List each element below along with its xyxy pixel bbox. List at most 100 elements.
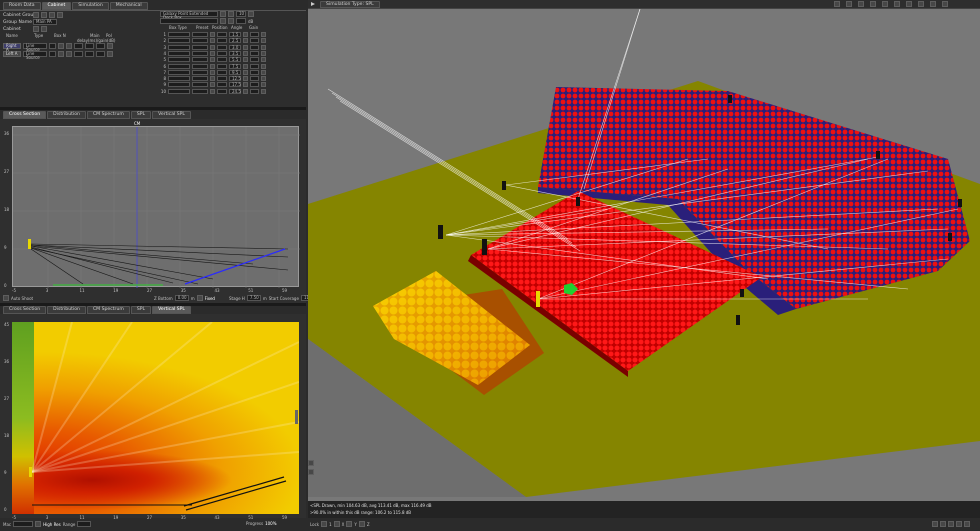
- mute-toggle[interactable]: [261, 50, 266, 56]
- angle-stepper[interactable]: [243, 69, 248, 75]
- preset-select[interactable]: [192, 57, 208, 63]
- angle-field[interactable]: 17.5: [229, 82, 241, 88]
- mute-toggle[interactable]: [261, 88, 266, 94]
- angle-field[interactable]: 3.5: [229, 50, 241, 56]
- position-field[interactable]: [217, 82, 227, 88]
- remove-group-button[interactable]: [41, 12, 47, 18]
- cabinet-option-button[interactable]: [66, 51, 72, 57]
- array-gain-field[interactable]: [236, 18, 246, 24]
- angle-field[interactable]: 9.5: [229, 69, 241, 75]
- delay-field[interactable]: [74, 43, 83, 49]
- box-type-select[interactable]: [168, 69, 190, 75]
- toolbar-tool-button[interactable]: [930, 1, 936, 7]
- mute-toggle[interactable]: [261, 63, 266, 69]
- angle-stepper[interactable]: [243, 82, 248, 88]
- view-button[interactable]: [932, 521, 938, 527]
- box-type-select[interactable]: [168, 76, 190, 82]
- preset-select[interactable]: [192, 82, 208, 88]
- tab-cross-section[interactable]: Cross Section: [3, 111, 47, 119]
- main-field[interactable]: [96, 43, 105, 49]
- angle-field[interactable]: 24.5: [229, 88, 241, 94]
- tab-mechanical[interactable]: Mechanical: [109, 2, 148, 10]
- cabinet-name-field[interactable]: Left A: [3, 51, 21, 57]
- angle-field[interactable]: 12.5: [229, 76, 241, 82]
- position-field[interactable]: [217, 69, 227, 75]
- polarity-toggle[interactable]: [107, 51, 113, 57]
- position-color-swatch[interactable]: [210, 57, 215, 63]
- mute-toggle[interactable]: [261, 57, 266, 63]
- tab-cabinet[interactable]: Cabinet: [41, 2, 72, 10]
- box-type-select[interactable]: [168, 57, 190, 63]
- toolbar-tool-button[interactable]: [846, 1, 852, 7]
- toolbar-tool-button[interactable]: [870, 1, 876, 7]
- group-name-field[interactable]: Main PA: [33, 19, 57, 25]
- array-option-button[interactable]: [228, 11, 234, 17]
- fixed-checkbox[interactable]: [196, 295, 203, 301]
- preset-select[interactable]: [192, 63, 208, 69]
- cabinet-name-field[interactable]: Right A: [3, 43, 21, 52]
- 3d-viewport[interactable]: [308, 9, 980, 501]
- simulation-type-select[interactable]: Simulation Type: SPL: [320, 1, 380, 8]
- array-preset-select[interactable]: [160, 18, 218, 24]
- high-res-checkbox[interactable]: [35, 521, 42, 527]
- box-type-select[interactable]: [168, 88, 190, 94]
- position-color-swatch[interactable]: [210, 38, 215, 44]
- box-gain-field[interactable]: [250, 63, 259, 69]
- angle-stepper[interactable]: [243, 44, 248, 50]
- copy-group-button[interactable]: [49, 12, 55, 18]
- tab-simulation[interactable]: Simulation: [72, 2, 109, 10]
- lock-checkbox[interactable]: [321, 521, 328, 527]
- viewport-nav-button[interactable]: [308, 460, 314, 466]
- view-button[interactable]: [956, 521, 962, 527]
- array-model-select[interactable]: Galaxy Point Extended Deck Box: [160, 11, 218, 20]
- box-type-select[interactable]: [168, 82, 190, 88]
- preset-select[interactable]: [192, 44, 208, 50]
- range-field[interactable]: [77, 521, 92, 527]
- mac-field[interactable]: [13, 521, 34, 527]
- viewport-nav-button[interactable]: [308, 469, 314, 475]
- box-gain-field[interactable]: [250, 82, 259, 88]
- array-count-field[interactable]: 10: [236, 11, 246, 17]
- view-button[interactable]: [964, 521, 970, 527]
- tab-cross-section[interactable]: Cross Section: [3, 306, 47, 314]
- box-gain-field[interactable]: [250, 50, 259, 56]
- group-settings-button[interactable]: [57, 12, 63, 18]
- cabinet-type-select[interactable]: Line Source: [23, 51, 47, 60]
- polarity-toggle[interactable]: [107, 43, 113, 49]
- angle-stepper[interactable]: [243, 76, 248, 82]
- add-cabinet-button[interactable]: [33, 26, 39, 32]
- cabinet-option-button[interactable]: [66, 43, 72, 49]
- tab-room-data[interactable]: Room Data: [3, 2, 41, 10]
- box-type-select[interactable]: [168, 50, 190, 56]
- box-gain-field[interactable]: [250, 32, 259, 37]
- vertical-spl-plot[interactable]: [12, 322, 299, 514]
- cabinet-option-button[interactable]: [58, 43, 64, 49]
- array-option-button[interactable]: [220, 18, 226, 24]
- box-gain-field[interactable]: [250, 38, 259, 44]
- position-field[interactable]: [217, 32, 227, 37]
- delay-field[interactable]: [74, 51, 83, 57]
- preset-select[interactable]: [192, 38, 208, 44]
- angle-field[interactable]: 3.0: [229, 44, 241, 50]
- toolbar-tool-button[interactable]: [918, 1, 924, 7]
- angle-field[interactable]: 1.5: [229, 32, 241, 37]
- tab-vertical-spl[interactable]: Vertical SPL: [152, 111, 191, 119]
- position-color-swatch[interactable]: [210, 69, 215, 75]
- preset-select[interactable]: [192, 32, 208, 37]
- toolbar-tool-button[interactable]: [906, 1, 912, 7]
- remove-cabinet-button[interactable]: [41, 26, 47, 32]
- box-gain-field[interactable]: [250, 88, 259, 94]
- z-bottom-field[interactable]: 0.00: [174, 295, 189, 301]
- tab-spl[interactable]: SPL: [130, 111, 152, 119]
- add-group-button[interactable]: [33, 12, 39, 18]
- box-count-field[interactable]: [49, 43, 56, 49]
- main-field[interactable]: [96, 51, 105, 57]
- preset-select[interactable]: [192, 50, 208, 56]
- view-button[interactable]: [948, 521, 954, 527]
- tab-cm-spectrum[interactable]: CM Spectrum: [86, 111, 130, 119]
- box-gain-field[interactable]: [250, 57, 259, 63]
- position-field[interactable]: [217, 88, 227, 94]
- box-gain-field[interactable]: [250, 69, 259, 75]
- preset-select[interactable]: [192, 76, 208, 82]
- position-field[interactable]: [217, 38, 227, 44]
